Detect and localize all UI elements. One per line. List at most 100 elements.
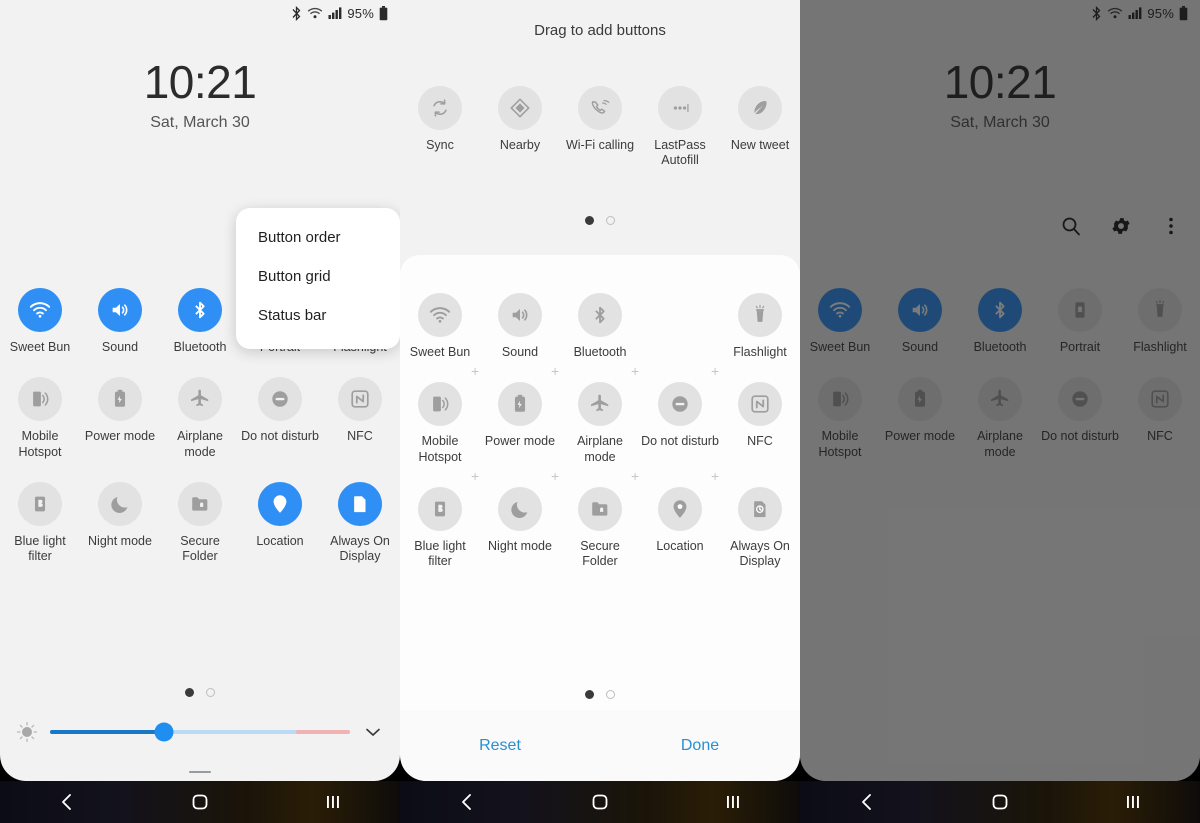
quick-settings-tile[interactable]: Always On Display — [320, 481, 400, 565]
quick-settings-tile[interactable]: Power mode — [880, 377, 960, 460]
quick-settings-tile[interactable]: Mobile Hotspot — [0, 377, 80, 460]
recents-button[interactable] — [1067, 792, 1200, 812]
battery-percent-label: 95% — [347, 5, 374, 21]
quick-settings-tile[interactable]: Wi-Fi calling — [560, 86, 640, 169]
quick-settings-tile[interactable]: Sweet Bun — [0, 288, 80, 355]
clock-right: 10:21 Sat, March 30 — [800, 58, 1200, 132]
quick-settings-tile[interactable]: Sync — [400, 86, 480, 169]
quick-settings-tile[interactable]: Flashlight — [720, 293, 800, 360]
quick-settings-tile-label: NFC — [1147, 429, 1173, 444]
brightness-slider-knob[interactable] — [154, 722, 174, 742]
flashlight-icon — [1138, 288, 1182, 332]
clock-time: 10:21 — [943, 56, 1057, 108]
back-button[interactable] — [800, 792, 933, 812]
dnd-icon — [258, 377, 302, 422]
quick-settings-tile[interactable]: Airplane mode — [160, 377, 240, 460]
page-indicator-left[interactable] — [0, 688, 400, 697]
brightness-row-left[interactable] — [0, 709, 400, 755]
back-button[interactable] — [0, 792, 133, 812]
quick-settings-tile-label: Mobile Hotspot — [18, 429, 62, 459]
quick-settings-tile[interactable]: Bluetooth — [560, 293, 640, 360]
edit-mode-title: Drag to add buttons — [534, 22, 666, 39]
popup-menu-item[interactable]: Button grid — [236, 257, 400, 296]
quick-settings-tile[interactable]: Portrait — [1040, 288, 1120, 355]
quick-settings-tile[interactable]: Night mode — [80, 481, 160, 565]
page-dot[interactable] — [606, 216, 615, 225]
quick-settings-tile[interactable]: Do not disturb — [1040, 377, 1120, 460]
page-indicator-sheet[interactable] — [400, 690, 800, 699]
quick-settings-tile[interactable]: Blue light filter — [0, 481, 80, 565]
quick-settings-tile[interactable]: Do not disturb — [240, 377, 320, 460]
wifi-icon — [818, 288, 862, 332]
back-button[interactable] — [400, 792, 533, 812]
brightness-slider-track[interactable] — [50, 722, 350, 742]
insert-marker: + — [471, 363, 480, 380]
location-pin-icon — [658, 486, 702, 531]
moon-icon — [498, 486, 542, 531]
home-button[interactable] — [533, 792, 666, 812]
quick-settings-tile[interactable]: NFC — [320, 377, 400, 460]
quick-settings-tile-label: Airplane mode — [977, 429, 1023, 459]
page-dot[interactable] — [606, 690, 615, 699]
quick-settings-tile[interactable]: Mobile Hotspot — [400, 382, 480, 465]
quick-settings-tile-label: Always On Display — [730, 538, 790, 568]
nearby-icon — [498, 86, 542, 130]
quick-settings-tile[interactable]: + Night mode — [471, 469, 560, 570]
recents-button[interactable] — [267, 792, 400, 812]
page-dot[interactable] — [206, 688, 215, 697]
quick-settings-tile[interactable]: Sound — [480, 293, 560, 360]
search-icon[interactable] — [1058, 213, 1084, 239]
quick-settings-tile[interactable]: Bluetooth — [160, 288, 240, 355]
quick-settings-tile[interactable]: Power mode — [80, 377, 160, 460]
drag-handle[interactable] — [189, 771, 211, 773]
blue-light-icon — [418, 486, 462, 531]
quick-settings-tile[interactable]: Sound — [80, 288, 160, 355]
quick-settings-tile-label: Mobile Hotspot — [418, 434, 462, 464]
quick-settings-tile[interactable]: + Airplane mode — [551, 364, 640, 465]
done-button[interactable]: Done — [600, 737, 800, 755]
overflow-popup-menu[interactable]: Button order Button grid Status bar — [236, 208, 400, 349]
bluetooth-icon — [292, 5, 301, 21]
quick-settings-tile[interactable]: Airplane mode — [960, 377, 1040, 460]
quick-settings-tile[interactable]: Sweet Bun — [400, 293, 480, 360]
quick-settings-tile[interactable]: + Power mode — [471, 364, 560, 465]
volume-icon — [898, 288, 942, 332]
quick-settings-tile[interactable]: NFC — [1120, 377, 1200, 460]
gear-icon[interactable] — [1108, 213, 1134, 239]
quick-settings-tile[interactable]: Flashlight — [1120, 288, 1200, 355]
page-dot[interactable] — [585, 216, 594, 225]
chevron-down-icon[interactable] — [362, 721, 384, 743]
edit-footer: Reset Done — [400, 710, 800, 781]
quick-settings-tile[interactable]: Location — [240, 481, 320, 565]
quick-settings-tile[interactable]: Sound — [880, 288, 960, 355]
popup-menu-item[interactable]: Status bar — [236, 296, 400, 335]
reset-button[interactable]: Reset — [400, 737, 600, 755]
quick-settings-tile[interactable]: + Location — [631, 469, 720, 570]
quick-settings-tile[interactable]: + Always On Display — [711, 469, 800, 570]
quick-settings-tile-label: Do not disturb — [641, 434, 719, 449]
portrait-lock-icon — [1058, 288, 1102, 332]
blue-light-icon — [18, 481, 62, 526]
page-dot[interactable] — [185, 688, 194, 697]
quick-settings-tile[interactable]: Blue light filter — [400, 486, 480, 570]
page-indicator-available[interactable] — [400, 216, 800, 225]
quick-settings-tile[interactable]: Sweet Bun — [800, 288, 880, 355]
home-button[interactable] — [133, 792, 266, 812]
popup-menu-item[interactable]: Button order — [236, 218, 400, 257]
quick-settings-tile[interactable]: Bluetooth — [960, 288, 1040, 355]
quick-settings-tile[interactable]: New tweet — [720, 86, 800, 169]
quick-settings-tile[interactable]: Nearby — [480, 86, 560, 169]
quick-settings-tile[interactable]: + Secure Folder — [551, 469, 640, 570]
power-mode-icon — [898, 377, 942, 422]
quick-settings-tile[interactable]: + Do not disturb — [631, 364, 720, 465]
quick-settings-tile[interactable]: + NFC — [711, 364, 800, 465]
quick-settings-tile[interactable]: LastPass Autofill — [640, 86, 720, 169]
more-vertical-icon[interactable] — [1158, 213, 1184, 239]
home-button[interactable] — [933, 792, 1066, 812]
quick-settings-tile-label: Bluetooth — [173, 340, 227, 354]
recents-button[interactable] — [667, 792, 800, 812]
quick-settings-tile[interactable]: Secure Folder — [160, 481, 240, 565]
nfc-icon — [338, 377, 382, 422]
quick-settings-tile[interactable]: Mobile Hotspot — [800, 377, 880, 460]
page-dot[interactable] — [585, 690, 594, 699]
